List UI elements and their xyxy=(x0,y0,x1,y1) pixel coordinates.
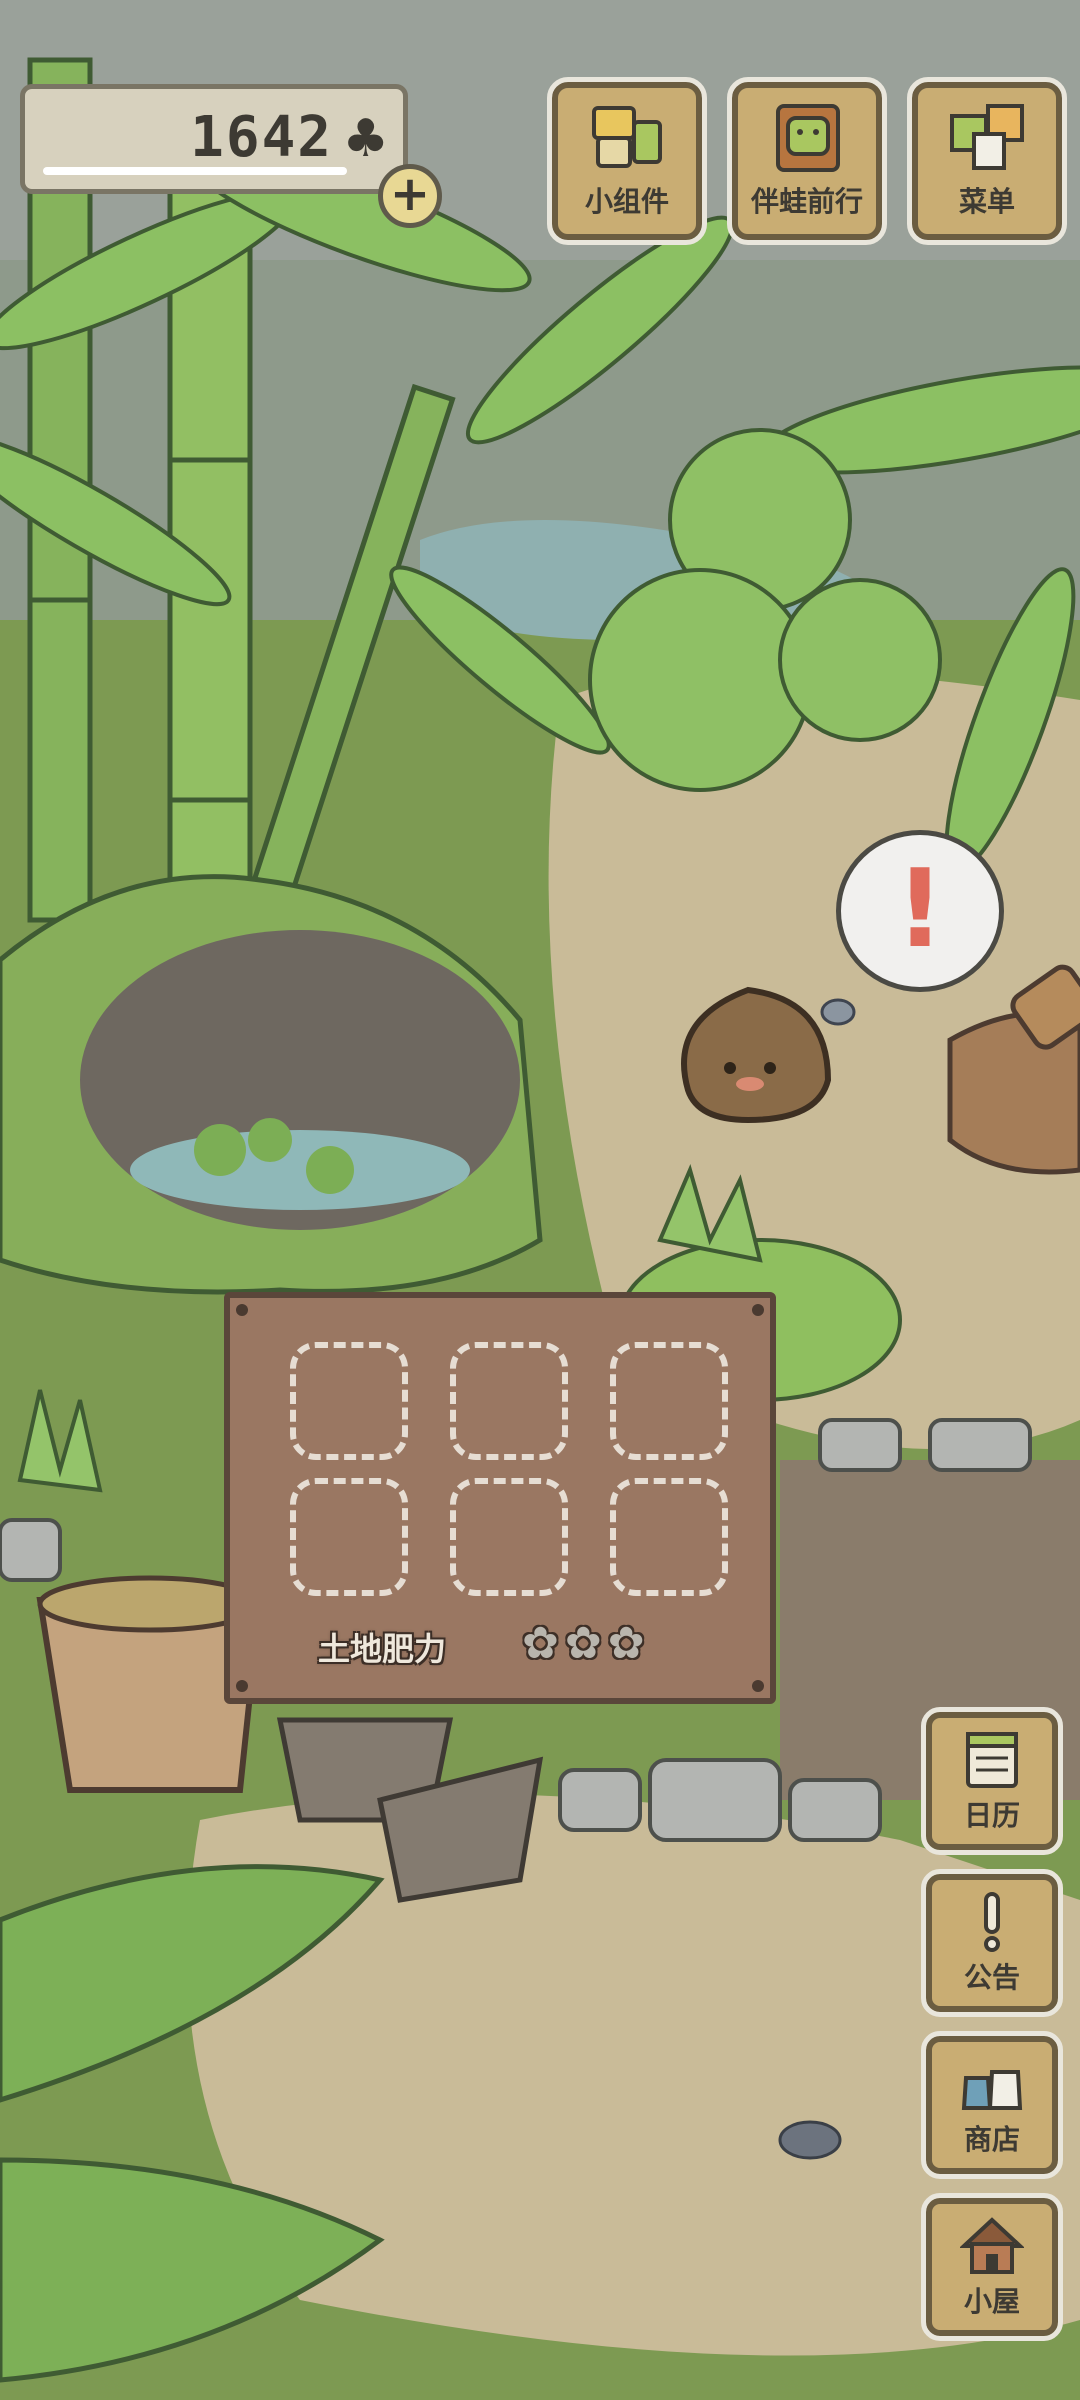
clover-icon: ♣ xyxy=(342,109,389,169)
shop-button-label: 商店 xyxy=(963,2123,1020,2156)
menu-cards-icon xyxy=(950,104,1024,170)
house-button[interactable]: 小屋 xyxy=(921,2193,1063,2341)
alert-bubble[interactable]: ! xyxy=(836,830,1004,992)
board-nail xyxy=(752,1680,764,1692)
board-nail xyxy=(236,1304,248,1316)
fertility-stars: ✿✿✿ xyxy=(522,1618,651,1669)
seed-character[interactable] xyxy=(668,980,838,1130)
plant-slot-6[interactable] xyxy=(610,1478,728,1596)
clover-currency-display: 1642 ♣ xyxy=(20,84,408,194)
calendar-button-label: 日历 xyxy=(963,1799,1020,1832)
calendar-icon xyxy=(966,1732,1018,1788)
menu-button-label: 菜单 xyxy=(958,185,1015,218)
add-clover-button[interactable]: + xyxy=(378,164,442,228)
board-nail xyxy=(236,1680,248,1692)
house-icon xyxy=(960,2217,1024,2274)
frog-journey-button-label: 伴蛙前行 xyxy=(750,185,863,218)
widget-button[interactable]: 小组件 xyxy=(547,77,707,245)
notice-button-label: 公告 xyxy=(963,1961,1020,1994)
board-nail xyxy=(752,1304,764,1316)
currency-bar xyxy=(43,167,347,175)
garden-background xyxy=(0,0,1080,2400)
widget-button-label: 小组件 xyxy=(584,185,669,218)
plant-slot-1[interactable] xyxy=(290,1342,408,1460)
game-scene: ! 1642 ♣ + 小组件 伴蛙前行 菜单 日历 公告 商店 小屋 土地肥力 … xyxy=(0,0,1080,2400)
menu-button[interactable]: 菜单 xyxy=(907,77,1067,245)
plant-slot-3[interactable] xyxy=(610,1342,728,1460)
plant-slot-4[interactable] xyxy=(290,1478,408,1596)
plant-slot-2[interactable] xyxy=(450,1342,568,1460)
alert-exclamation: ! xyxy=(895,847,945,972)
soil-fertility-label: 土地肥力 xyxy=(318,1630,447,1668)
frog-book-icon xyxy=(776,104,840,172)
notice-button[interactable]: 公告 xyxy=(921,1869,1063,2017)
shop-button[interactable]: 商店 xyxy=(921,2031,1063,2179)
house-button-label: 小屋 xyxy=(963,2285,1020,2318)
shop-bags-icon xyxy=(961,2070,1023,2110)
calendar-button[interactable]: 日历 xyxy=(921,1707,1063,1855)
plant-slot-5[interactable] xyxy=(450,1478,568,1596)
notice-icon xyxy=(984,1892,1000,1952)
clover-amount: 1642 xyxy=(190,105,333,170)
planting-board: 土地肥力 ✿✿✿ xyxy=(224,1292,776,1704)
frog-journey-button[interactable]: 伴蛙前行 xyxy=(727,77,887,245)
widget-icon xyxy=(592,106,662,168)
